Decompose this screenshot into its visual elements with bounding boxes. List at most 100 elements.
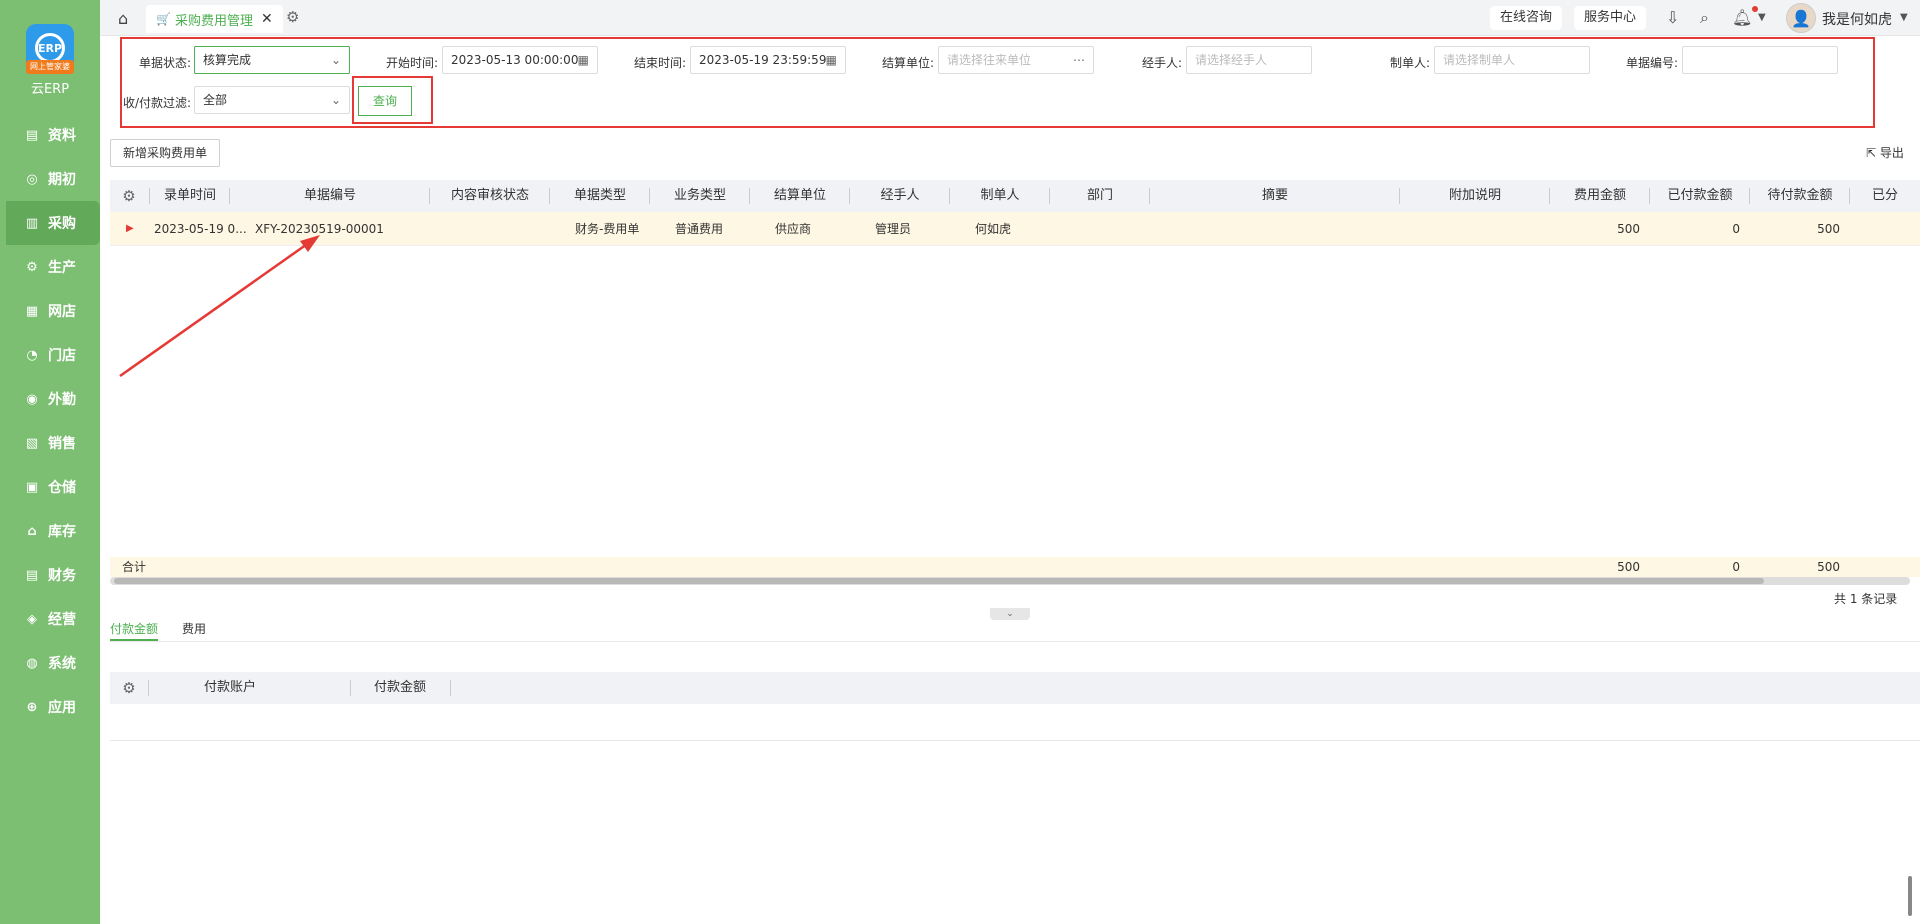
bell-icon[interactable]: 🔔︎	[1732, 8, 1752, 27]
sidebar-item-11[interactable]: ◈ 经营	[0, 597, 100, 641]
column-header-7[interactable]: 制单人	[950, 180, 1050, 212]
user-menu-caret-icon[interactable]: ▼	[1900, 12, 1908, 23]
column-header-5[interactable]: 结算单位	[750, 180, 850, 212]
column-separator	[749, 188, 750, 204]
column-header-4[interactable]: 业务类型	[650, 180, 750, 212]
settle-unit-label: 结算单位:	[882, 56, 935, 70]
horizontal-scrollbar[interactable]	[110, 577, 1910, 585]
column-header-10[interactable]: 附加说明	[1400, 180, 1550, 212]
tab-purchase-expense[interactable]: 🛒 采购费用管理 ✕	[146, 5, 283, 33]
sidebar-item-10[interactable]: ▤ 财务	[0, 553, 100, 597]
sidebar-item-4[interactable]: ▦ 网店	[0, 289, 100, 333]
initial-icon: ◎	[26, 171, 38, 187]
home-icon[interactable]: ⌂	[118, 9, 128, 28]
table-row[interactable]: ▶ 2023-05-19 0... XFY-20230519-00001 财务-费用…	[110, 212, 1920, 246]
handler-placeholder: 请选择经手人	[1195, 53, 1268, 67]
footer-unpaid: 500	[1817, 560, 1840, 574]
column-separator	[1749, 188, 1750, 204]
sidebar-item-12[interactable]: ◍ 系统	[0, 641, 100, 685]
username[interactable]: 我是何如虎	[1822, 9, 1892, 29]
column-header-pay-amount: 付款金额	[373, 680, 426, 695]
query-button[interactable]: 查询	[358, 86, 412, 116]
settle-unit-input[interactable]: 请选择往来单位 ⋯	[938, 46, 1094, 74]
sidebar-item-label: 门店	[48, 348, 76, 364]
column-header-11[interactable]: 费用金额	[1550, 180, 1650, 212]
column-separator	[149, 188, 150, 204]
column-header-13[interactable]: 待付款金额	[1750, 180, 1850, 212]
sales-icon: ▧	[25, 435, 39, 451]
online-consult-button[interactable]: 在线咨询	[1490, 6, 1563, 30]
start-time-label: 开始时间:	[386, 56, 439, 70]
start-time-input[interactable]: 2023-05-13 00:00:00 ▦	[442, 46, 598, 74]
close-icon[interactable]: ✕	[261, 11, 273, 27]
status-select[interactable]: 核算完成 ⌄	[194, 46, 350, 74]
add-purchase-expense-button[interactable]: 新增采购费用单	[110, 139, 221, 167]
sidebar-item-7[interactable]: ▧ 销售	[0, 421, 100, 465]
finance-icon: ▤	[25, 567, 39, 583]
column-settings-icon[interactable]: ⚙	[118, 672, 140, 704]
app-logo[interactable]: ERP 网上管家婆	[26, 24, 74, 74]
sidebar-item-5[interactable]: ◔ 门店	[0, 333, 100, 377]
download-icon[interactable]: ⇩	[1666, 8, 1679, 27]
sidebar-item-0[interactable]: ▤ 资料	[0, 113, 100, 157]
sidebar-item-label: 生产	[48, 260, 76, 276]
tab-expense[interactable]: 费用	[182, 620, 206, 637]
cell-handler: 管理员	[875, 222, 912, 236]
top-bar: ⌂ 🛒 采购费用管理 ✕ ⚙ 在线咨询 服务中心 ⇩ ⌕ 🔔︎ ▼ 👤 我是何如…	[100, 0, 1920, 36]
column-header-12[interactable]: 已付款金额	[1650, 180, 1750, 212]
export-icon: ⇱	[1866, 146, 1877, 160]
search-icon[interactable]: ⌕	[1700, 8, 1709, 28]
column-header-9[interactable]: 摘要	[1150, 180, 1400, 212]
calendar-icon[interactable]: ▦	[826, 47, 837, 73]
column-separator	[649, 188, 650, 204]
column-header-6[interactable]: 经手人	[850, 180, 950, 212]
caret-down-icon[interactable]: ▼	[1758, 12, 1766, 23]
column-header-3[interactable]: 单据类型	[550, 180, 650, 212]
vertical-scrollbar[interactable]	[1908, 876, 1912, 916]
column-separator	[1149, 188, 1150, 204]
sidebar-item-13[interactable]: ⊕ 应用	[0, 685, 100, 729]
service-center-button[interactable]: 服务中心	[1574, 6, 1647, 30]
scrollbar-thumb[interactable]	[114, 578, 1764, 584]
column-settings-icon[interactable]: ⚙	[118, 180, 140, 212]
purchase-icon: ▥	[25, 215, 39, 231]
status-label: 单据状态:	[139, 56, 192, 70]
avatar[interactable]: 👤	[1786, 3, 1816, 33]
column-separator	[1549, 188, 1550, 204]
active-tab-underline	[110, 639, 158, 641]
column-header-14[interactable]: 已分	[1850, 180, 1920, 212]
sidebar-item-label: 库存	[48, 524, 76, 540]
sidebar-item-6[interactable]: ◉ 外勤	[0, 377, 100, 421]
end-time-input[interactable]: 2023-05-19 23:59:59 ▦	[690, 46, 846, 74]
warehouse-icon: ▣	[25, 479, 39, 495]
column-header-1[interactable]: 单据编号	[230, 180, 430, 212]
column-header-2[interactable]: 内容审核状态	[430, 180, 550, 212]
gear-icon[interactable]: ⚙	[286, 8, 299, 26]
sidebar-item-label: 资料	[48, 128, 76, 144]
sidebar-item-label: 采购	[48, 216, 76, 232]
sidebar-item-3[interactable]: ⚙ 生产	[0, 245, 100, 289]
docno-input[interactable]	[1682, 46, 1838, 74]
maker-input[interactable]: 请选择制单人	[1434, 46, 1590, 74]
column-header-0[interactable]: 录单时间	[150, 180, 230, 212]
column-separator	[429, 188, 430, 204]
payment-table-header: ⚙ 付款账户 付款金额	[110, 672, 1920, 704]
footer-amount: 500	[1617, 560, 1640, 574]
cell-paid: 0	[1732, 222, 1740, 236]
sidebar-item-8[interactable]: ▣ 仓储	[0, 465, 100, 509]
column-header-8[interactable]: 部门	[1050, 180, 1150, 212]
export-button[interactable]: ⇱ 导出	[1866, 144, 1904, 161]
sidebar-item-9[interactable]: ⌂ 库存	[0, 509, 100, 553]
calendar-icon[interactable]: ▦	[578, 47, 589, 73]
sidebar-item-2[interactable]: ▥ 采购	[6, 201, 100, 245]
start-time-value: 2023-05-13 00:00:00	[451, 53, 579, 67]
payfilter-select[interactable]: 全部 ⌄	[194, 86, 350, 114]
more-icon[interactable]: ⋯	[1073, 47, 1085, 73]
sidebar-item-1[interactable]: ◎ 期初	[0, 157, 100, 201]
collapse-handle-icon[interactable]: ⌄	[990, 608, 1030, 620]
store-icon: ◔	[26, 347, 38, 363]
sidebar-item-label: 网店	[48, 304, 76, 320]
tab-payment-amount[interactable]: 付款金额	[110, 620, 158, 637]
handler-input[interactable]: 请选择经手人	[1186, 46, 1312, 74]
erp-logo-mark: ERP	[35, 33, 65, 63]
